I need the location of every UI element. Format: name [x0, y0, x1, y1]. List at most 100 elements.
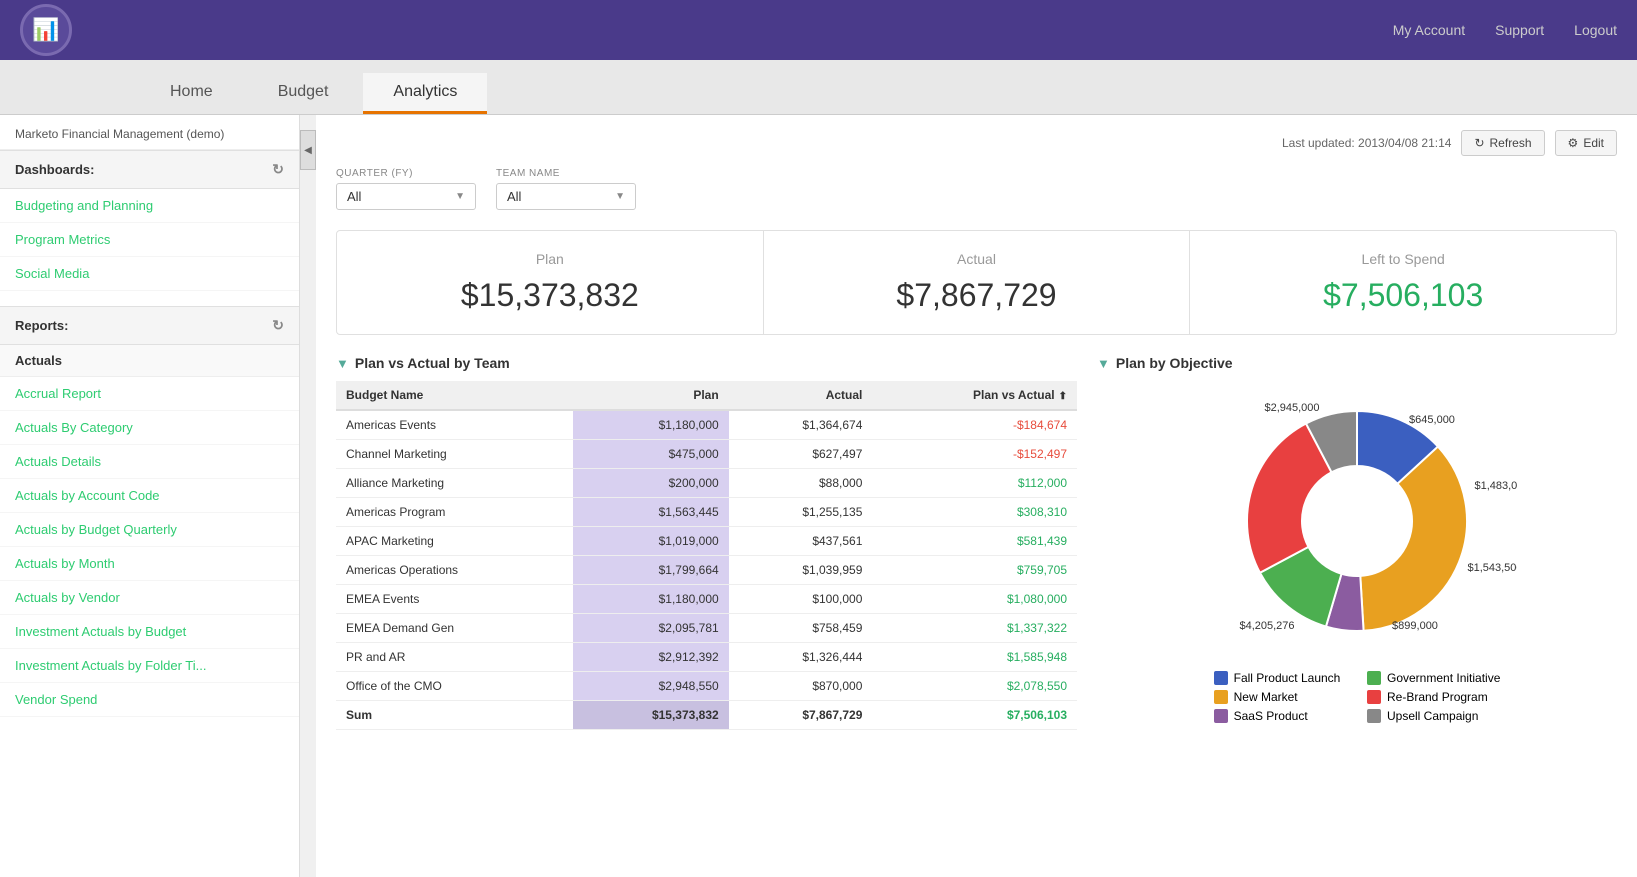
chart-legend: Fall Product Launch Government Initiativ…	[1214, 671, 1501, 723]
legend-dot-fall	[1214, 671, 1228, 685]
cell-actual: $758,459	[729, 614, 873, 643]
team-arrow-icon: ▼	[615, 191, 625, 202]
cell-plan: $1,180,000	[573, 585, 729, 614]
actual-card: Actual $7,867,729	[764, 231, 1191, 334]
refresh-button[interactable]: ↻ Refresh	[1461, 130, 1544, 156]
logo-icon: 📊	[32, 17, 59, 43]
legend-dot-upsell	[1367, 709, 1381, 723]
table-filter-icon: ▼	[336, 356, 349, 371]
sidebar-item-investment-actuals-by-folder[interactable]: Investment Actuals by Folder Ti...	[0, 649, 299, 683]
quarter-label: QUARTER (FY)	[336, 168, 476, 179]
chart-title: ▼ Plan by Objective	[1097, 355, 1617, 371]
tab-analytics[interactable]: Analytics	[363, 73, 487, 114]
team-select[interactable]: All ▼	[496, 183, 636, 210]
cell-pva: $759,705	[872, 556, 1077, 585]
sidebar-item-investment-actuals-by-budget[interactable]: Investment Actuals by Budget	[0, 615, 299, 649]
legend-new-market: New Market	[1214, 690, 1347, 704]
cell-actual: $1,255,135	[729, 498, 873, 527]
quarter-filter-group: QUARTER (FY) All ▼	[336, 168, 476, 210]
legend-dot-new-market	[1214, 690, 1228, 704]
sidebar-item-accrual-report[interactable]: Accrual Report	[0, 377, 299, 411]
col-pva[interactable]: Plan vs Actual⬆	[872, 381, 1077, 410]
cell-actual: $1,364,674	[729, 410, 873, 440]
panel-top-bar: Last updated: 2013/04/08 21:14 ↻ Refresh…	[336, 130, 1617, 156]
cell-actual: $88,000	[729, 469, 873, 498]
cell-budget-name: Americas Operations	[336, 556, 573, 585]
table-row: PR and AR $2,912,392 $1,326,444 $1,585,9…	[336, 643, 1077, 672]
quarter-select[interactable]: All ▼	[336, 183, 476, 210]
table-section: ▼ Plan vs Actual by Team Budget Name Pla…	[336, 355, 1077, 730]
support-link[interactable]: Support	[1495, 22, 1544, 38]
cell-plan: $2,948,550	[573, 672, 729, 701]
reports-label: Reports:	[15, 318, 68, 333]
legend-upsell: Upsell Campaign	[1367, 709, 1500, 723]
nav-tabs-bar: Home Budget Analytics	[0, 60, 1637, 115]
plan-vs-actual-table: Budget Name Plan Actual Plan vs Actual⬆ …	[336, 381, 1077, 730]
sidebar-item-actuals-by-budget-quarterly[interactable]: Actuals by Budget Quarterly	[0, 513, 299, 547]
legend-dot-rebrand	[1367, 690, 1381, 704]
table-row: APAC Marketing $1,019,000 $437,561 $581,…	[336, 527, 1077, 556]
donut-chart: $2,945,000 $645,000 $1,483,000 $1,543,50…	[1197, 381, 1517, 661]
donut-segment	[1360, 447, 1467, 631]
dashboards-label: Dashboards:	[15, 162, 94, 177]
refresh-label: Refresh	[1490, 136, 1532, 150]
legend-government-initiative: Government Initiative	[1367, 671, 1500, 685]
table-row: Channel Marketing $475,000 $627,497 -$15…	[336, 440, 1077, 469]
logout-link[interactable]: Logout	[1574, 22, 1617, 38]
sidebar-item-actuals-by-category[interactable]: Actuals By Category	[0, 411, 299, 445]
sidebar-item-actuals-details[interactable]: Actuals Details	[0, 445, 299, 479]
tab-home[interactable]: Home	[140, 73, 243, 114]
cell-budget-name: Office of the CMO	[336, 672, 573, 701]
sidebar-item-social-media[interactable]: Social Media	[0, 257, 299, 291]
legend-label-upsell: Upsell Campaign	[1387, 709, 1478, 723]
sidebar-item-actuals-by-vendor[interactable]: Actuals by Vendor	[0, 581, 299, 615]
my-account-link[interactable]: My Account	[1393, 22, 1465, 38]
sidebar-item-vendor-spend[interactable]: Vendor Spend	[0, 683, 299, 717]
col-plan[interactable]: Plan	[573, 381, 729, 410]
cell-pva: $308,310	[872, 498, 1077, 527]
cell-budget-name: Alliance Marketing	[336, 469, 573, 498]
sidebar-item-budgeting[interactable]: Budgeting and Planning	[0, 189, 299, 223]
legend-label-saas: SaaS Product	[1234, 709, 1308, 723]
dashboards-header: Dashboards: ↻	[0, 150, 299, 189]
sidebar-toggle[interactable]: ◀	[300, 130, 316, 170]
main-content: Marketo Financial Management (demo) Dash…	[0, 115, 1637, 877]
team-label: TEAM NAME	[496, 168, 636, 179]
legend-label-fall: Fall Product Launch	[1234, 671, 1341, 685]
table-row: Americas Events $1,180,000 $1,364,674 -$…	[336, 410, 1077, 440]
sidebar-item-actuals-by-month[interactable]: Actuals by Month	[0, 547, 299, 581]
cell-budget-name: Channel Marketing	[336, 440, 573, 469]
legend-saas: SaaS Product	[1214, 709, 1347, 723]
svg-text:$4,205,276: $4,205,276	[1239, 620, 1294, 632]
cell-budget-name: EMEA Events	[336, 585, 573, 614]
top-nav-links: My Account Support Logout	[1393, 22, 1617, 38]
edit-button[interactable]: ⚙ Edit	[1555, 130, 1617, 156]
cell-pva: -$184,674	[872, 410, 1077, 440]
last-updated: Last updated: 2013/04/08 21:14	[1282, 136, 1451, 150]
svg-text:$1,543,500: $1,543,500	[1467, 562, 1517, 574]
dashboards-refresh-icon[interactable]: ↻	[272, 161, 284, 178]
sidebar-item-actuals-by-account-code[interactable]: Actuals by Account Code	[0, 479, 299, 513]
quarter-arrow-icon: ▼	[455, 191, 465, 202]
cell-actual: $627,497	[729, 440, 873, 469]
col-actual[interactable]: Actual	[729, 381, 873, 410]
table-sum-row: Sum $15,373,832 $7,867,729 $7,506,103	[336, 701, 1077, 730]
legend-label-gov: Government Initiative	[1387, 671, 1500, 685]
reports-refresh-icon[interactable]: ↻	[272, 317, 284, 334]
sidebar-item-program-metrics[interactable]: Program Metrics	[0, 223, 299, 257]
cell-actual: $437,561	[729, 527, 873, 556]
cell-actual: $100,000	[729, 585, 873, 614]
tab-budget[interactable]: Budget	[248, 73, 359, 114]
col-budget-name[interactable]: Budget Name	[336, 381, 573, 410]
cell-plan: $475,000	[573, 440, 729, 469]
cell-sum-actual: $7,867,729	[729, 701, 873, 730]
cell-actual: $1,039,959	[729, 556, 873, 585]
donut-container: $2,945,000 $645,000 $1,483,000 $1,543,50…	[1097, 381, 1617, 723]
legend-dot-gov	[1367, 671, 1381, 685]
table-title: ▼ Plan vs Actual by Team	[336, 355, 1077, 371]
cell-sum-name: Sum	[336, 701, 573, 730]
table-row: Alliance Marketing $200,000 $88,000 $112…	[336, 469, 1077, 498]
cell-actual: $870,000	[729, 672, 873, 701]
cell-plan: $1,019,000	[573, 527, 729, 556]
legend-label-rebrand: Re-Brand Program	[1387, 690, 1488, 704]
